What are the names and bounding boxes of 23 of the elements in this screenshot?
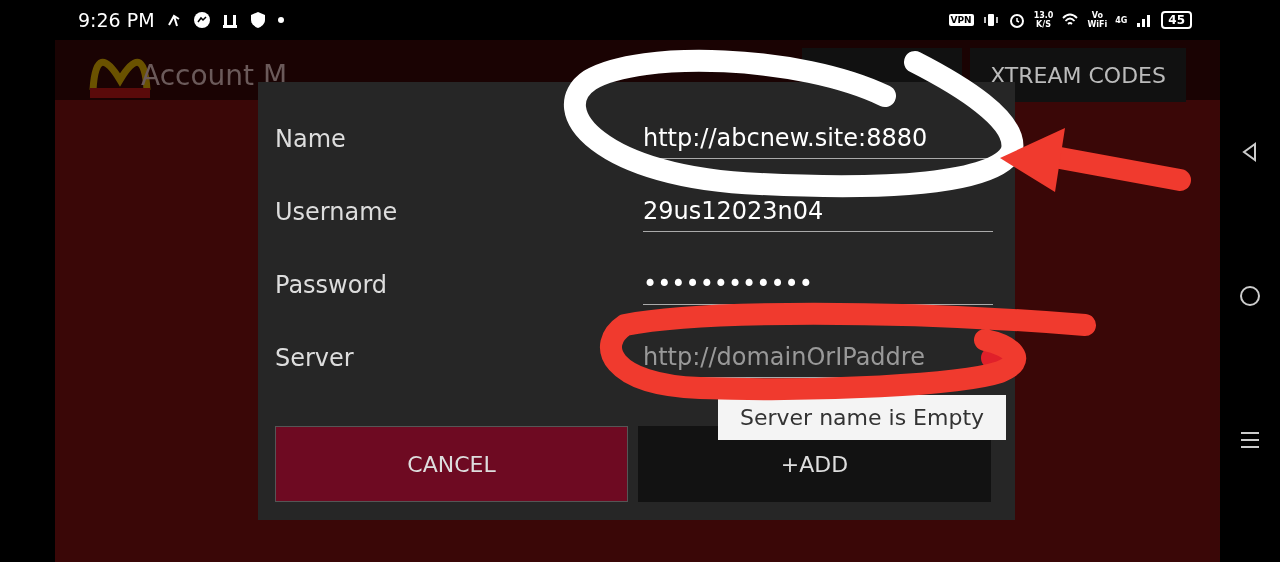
field-label: Name — [275, 124, 347, 153]
cancel-button[interactable]: CANCEL — [275, 426, 628, 502]
network-speed: 13.0 K/S — [1033, 11, 1054, 29]
error-tooltip: Server name is Empty — [718, 395, 1007, 440]
clock-time: 9:26 PM — [78, 9, 155, 31]
tab[interactable]: XTREAM CODES — [970, 48, 1186, 102]
input-field[interactable]: 29us12023n04 — [643, 191, 993, 232]
field-label: Server — [275, 343, 355, 372]
messenger-icon — [192, 11, 211, 29]
field-label: Password — [275, 270, 389, 299]
input-field[interactable]: http://domainOrIPaddre — [643, 337, 993, 378]
alarm-icon — [1007, 11, 1026, 29]
volte-label: Vo WiFi — [1087, 11, 1108, 29]
input-field[interactable]: •••••••••••• — [643, 264, 993, 305]
vibrate-icon — [981, 11, 1000, 29]
dot-icon — [276, 16, 285, 24]
network-type: 4G — [1115, 15, 1128, 25]
field-label: Username — [275, 197, 399, 226]
vpn-badge: VPN — [948, 14, 974, 26]
battery-level: 45 — [1161, 11, 1192, 29]
shield-icon — [248, 11, 267, 29]
home-icon[interactable] — [1238, 284, 1262, 308]
input-field[interactable]: http://abcnew.site:8880 — [643, 118, 993, 159]
